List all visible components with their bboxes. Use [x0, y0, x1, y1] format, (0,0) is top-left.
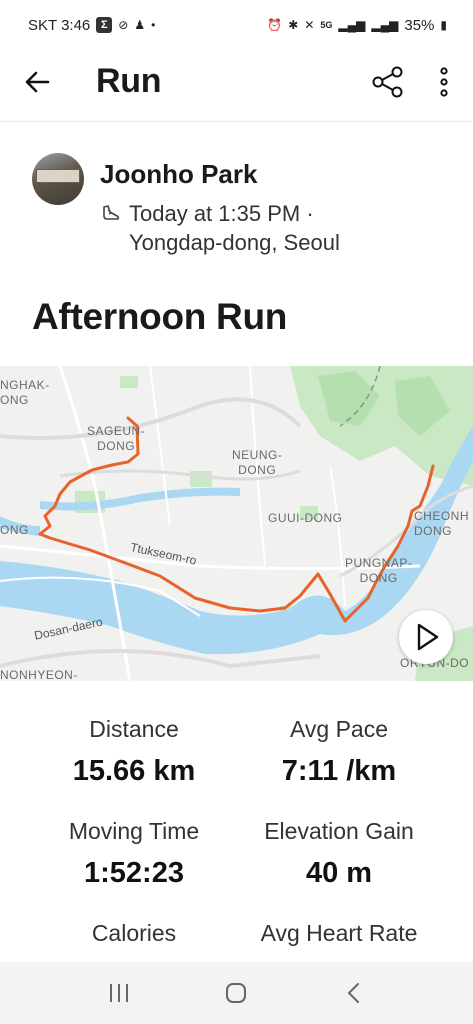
- stat-value: 15.66 km: [72, 755, 196, 787]
- nav-back-icon: [347, 983, 360, 1003]
- signal-icon: ▂▄▆: [371, 18, 399, 32]
- stat-value: 1:52:23: [84, 857, 184, 889]
- status-right: ⏰ ✱ ✕ 5G ▂▄▆ ▂▄▆ 35% ▮: [267, 17, 447, 34]
- avatar-photo: [36, 169, 80, 183]
- carrier-time: SKT 3:46: [28, 16, 91, 34]
- shoe-icon: [103, 205, 120, 220]
- nav-back-button[interactable]: [334, 973, 374, 1013]
- stat-value: 40 m: [305, 857, 373, 889]
- status-left: SKT 3:46 Σ ⊘ ♟ •: [28, 17, 155, 34]
- home-button[interactable]: [216, 973, 256, 1013]
- share-icon: [372, 66, 403, 98]
- route-map[interactable]: NGHAK- ONG SAGEUN- DONG NEUNG- DONG GUUI…: [0, 366, 473, 681]
- stat-avg-pace: Avg Pace 7:11 /km: [221, 716, 457, 788]
- map-label-ong: ONG: [0, 523, 29, 537]
- stat-calories: Calories: [16, 920, 252, 947]
- stat-label: Avg Pace: [289, 716, 389, 742]
- stat-label: Distance: [89, 716, 179, 742]
- stat-label: Elevation Gain: [264, 818, 414, 844]
- map-label-neung: NEUNG- DONG: [232, 448, 283, 477]
- activity-title: Afternoon Run: [32, 296, 288, 337]
- 5g-icon: 5G: [320, 20, 333, 30]
- back-button[interactable]: [22, 66, 54, 98]
- activity-time: Today at 1:35 PM ·: [129, 201, 314, 226]
- signal-icon: ▂▄▆: [338, 18, 366, 32]
- more-vertical-icon: [440, 67, 448, 97]
- stat-distance: Distance 15.66 km: [16, 716, 252, 788]
- athlete-info: Joonho Park Today at 1:35 PM · Yongdap-d…: [0, 145, 473, 265]
- map-label-nonhyeon: NONHYEON-: [0, 668, 78, 681]
- battery-percent: 35%: [404, 16, 435, 34]
- map-label-cheonh: CHEONH DONG: [414, 509, 470, 538]
- stat-value: 7:11 /km: [281, 755, 397, 787]
- status-bar: SKT 3:46 Σ ⊘ ♟ • ⏰ ✱ ✕ 5G ▂▄▆ ▂▄▆ 35% ▮: [0, 0, 473, 50]
- more-options-button[interactable]: [432, 64, 456, 100]
- stat-moving-time: Moving Time 1:52:23: [16, 818, 252, 890]
- stat-avg-heart-rate: Avg Heart Rate: [221, 920, 457, 947]
- mute-icon: ✕: [304, 18, 315, 32]
- app-header: Run: [0, 50, 473, 122]
- dot-icon: •: [151, 18, 156, 32]
- person-icon: ♟: [134, 18, 146, 32]
- system-nav-bar: [0, 962, 473, 1024]
- stat-elevation-gain: Elevation Gain 40 m: [221, 818, 457, 890]
- alarm-icon: ⏰: [267, 18, 283, 32]
- stat-label: Calories: [91, 920, 177, 946]
- athlete-name[interactable]: Joonho Park: [100, 159, 257, 190]
- activity-location: Yongdap-dong, Seoul: [129, 230, 340, 255]
- sigma-icon: Σ: [96, 17, 113, 33]
- bluetooth-icon: ✱: [288, 18, 299, 32]
- stat-label: Avg Heart Rate: [260, 920, 418, 946]
- map-label-guui: GUUI-DONG: [268, 511, 343, 525]
- page-title: Run: [96, 62, 162, 100]
- arrow-left-icon: [25, 71, 50, 93]
- map-label-nghak: NGHAK- ONG: [0, 378, 50, 407]
- stat-label: Moving Time: [68, 818, 200, 844]
- map-label-pungnap: PUNGNAP- DONG: [345, 556, 413, 585]
- play-icon: [417, 623, 439, 651]
- share-button[interactable]: [370, 64, 406, 100]
- recents-button[interactable]: [99, 973, 139, 1013]
- home-icon: [226, 983, 247, 1003]
- map-label-sageun: SAGEUN- DONG: [87, 424, 146, 453]
- recents-icon: [109, 984, 128, 1002]
- avatar[interactable]: [32, 153, 84, 205]
- sync-off-icon: ⊘: [118, 18, 129, 32]
- battery-icon: ▮: [440, 18, 447, 32]
- play-route-button[interactable]: [399, 610, 453, 664]
